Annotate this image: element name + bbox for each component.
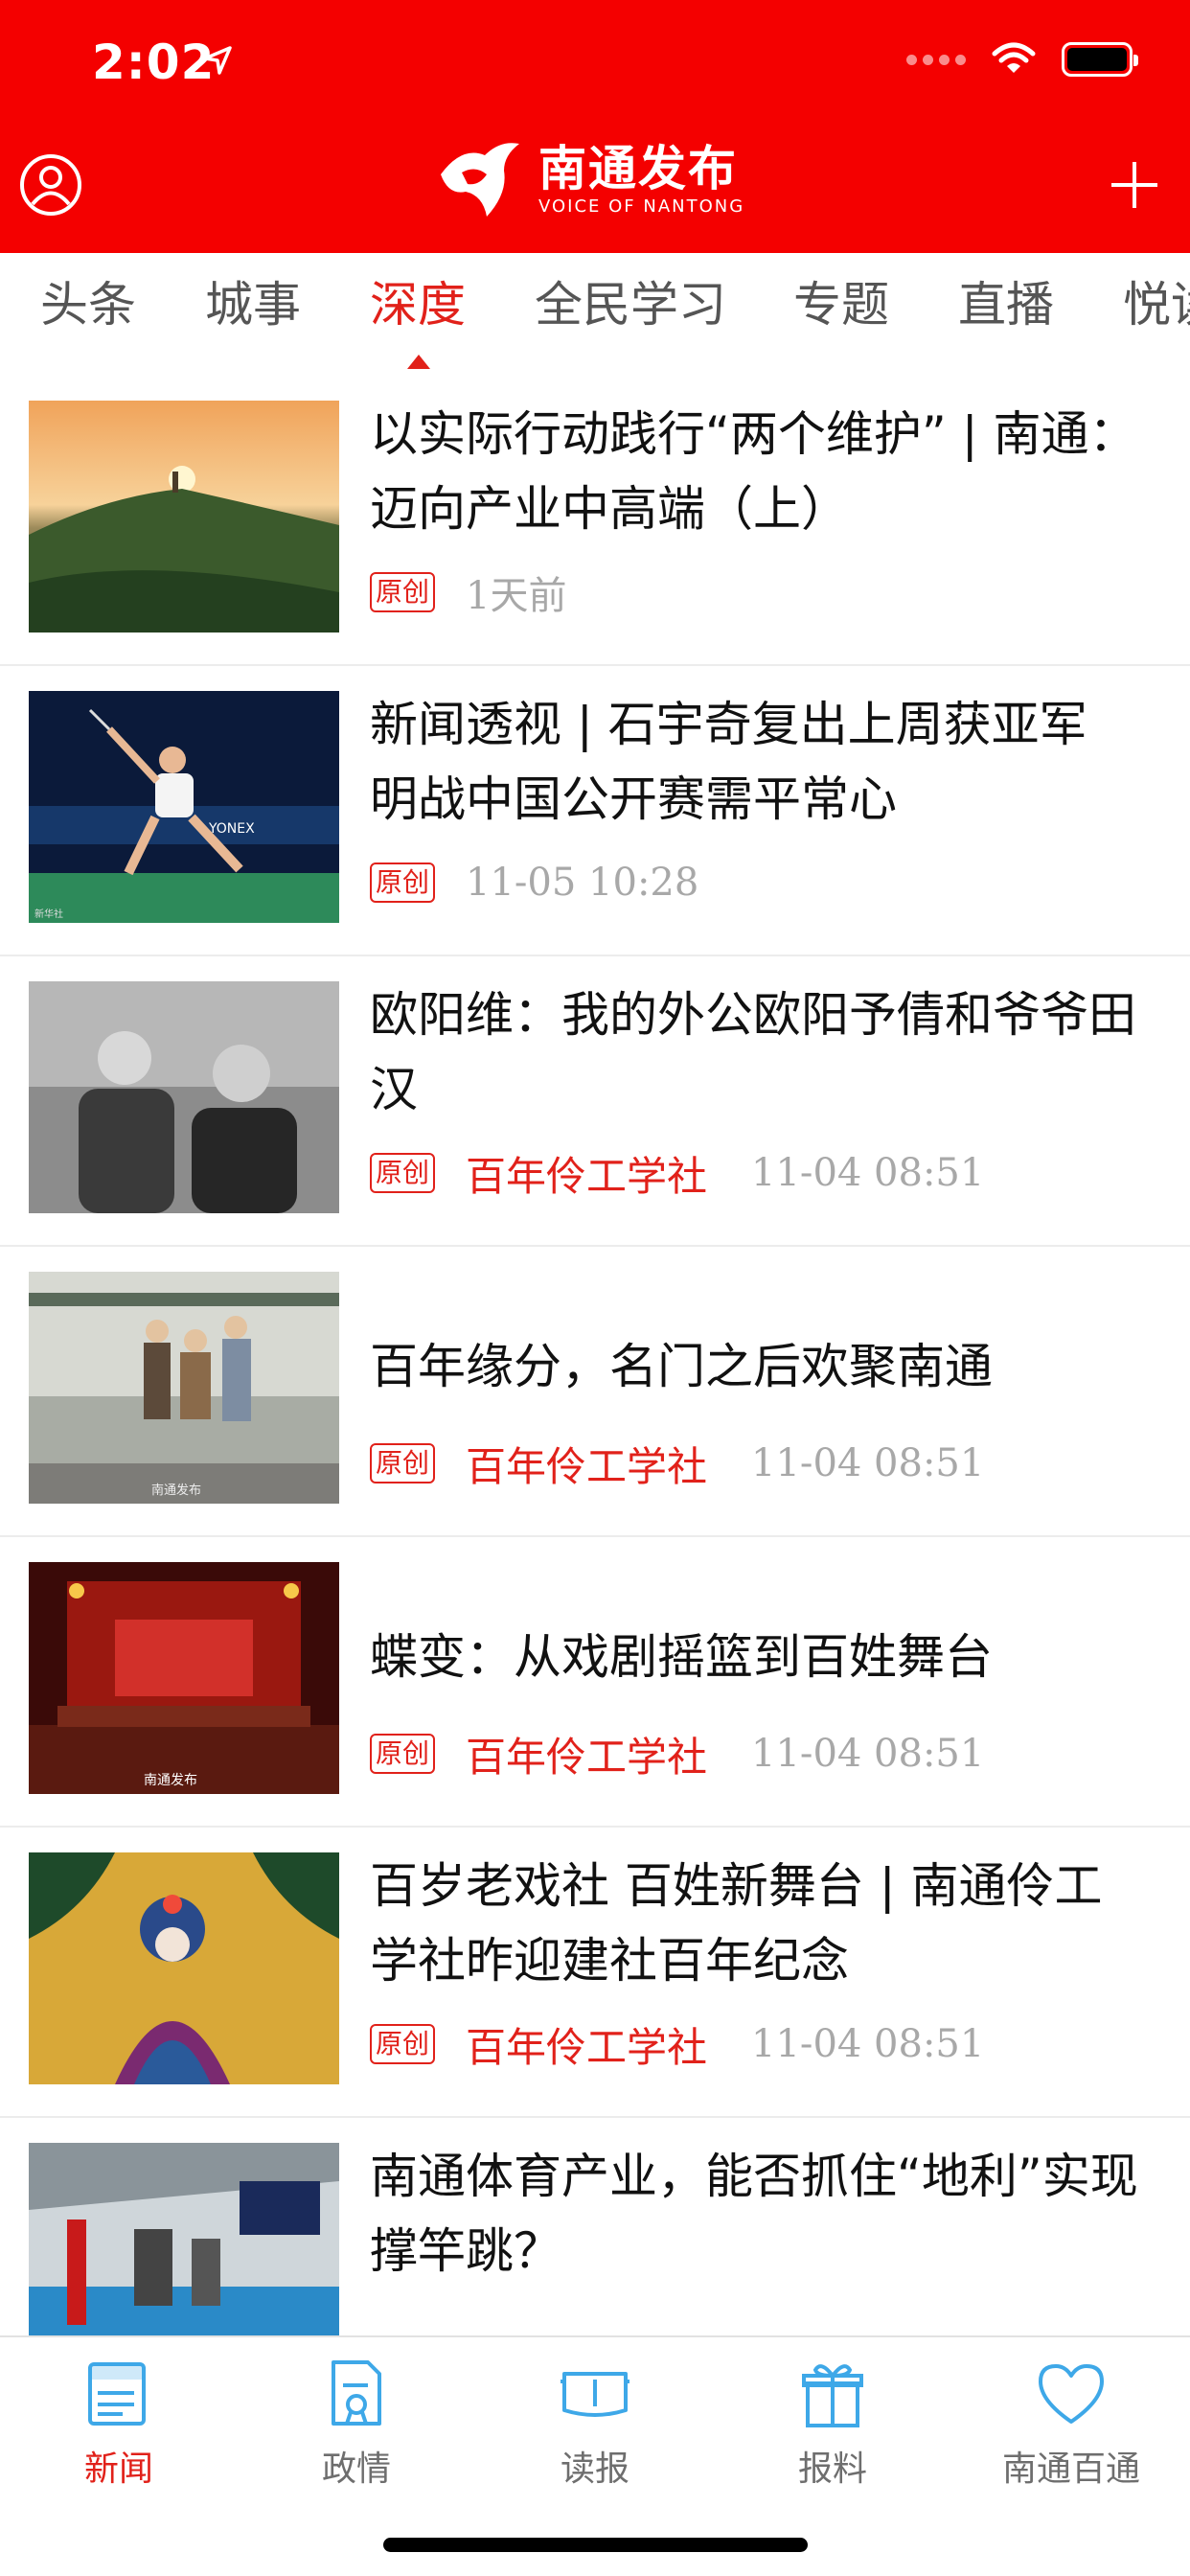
nav-label: 报料 (797, 2450, 867, 2489)
news-source: 百年伶工学社 (466, 1733, 708, 1781)
nav-label: 南通百通 (1001, 2450, 1140, 2489)
original-badge: 原创 (370, 1734, 436, 1774)
tab-depth[interactable]: 深度 (370, 276, 466, 334)
news-item[interactable]: 南通体育产业，能否抓住“地利”实现撑竿跳？ (0, 2118, 1190, 2335)
heart-icon (1039, 2364, 1104, 2424)
tab-topics[interactable]: 专题 (793, 276, 889, 334)
nav-label: 政情 (321, 2450, 391, 2489)
svg-text:南通发布: 南通发布 (144, 1773, 197, 1788)
news-item[interactable]: 欧阳维：我的外公欧阳予倩和爷爷田汉 原创 百年伶工学社 11-04 08:51 (0, 956, 1190, 1247)
newspaper-icon (88, 2362, 146, 2426)
svg-text:YONEX: YONEX (208, 821, 255, 837)
nav-label: 新闻 (83, 2450, 153, 2489)
original-badge: 原创 (370, 2024, 436, 2064)
tab-reading[interactable]: 悦读 (1123, 276, 1190, 334)
original-badge: 原创 (370, 862, 436, 903)
news-thumbnail: YONEX 新华社 (29, 691, 339, 923)
svg-text:南通发布: 南通发布 (151, 1483, 201, 1498)
news-title: 百年缘分，名门之后欢聚南通 (370, 1339, 993, 1394)
logo-title: 南通发布 (538, 141, 738, 196)
document-icon (332, 2360, 381, 2426)
news-source: 百年伶工学社 (466, 2023, 708, 2071)
news-time: 1天前 (466, 574, 567, 618)
user-profile-icon[interactable] (19, 153, 82, 217)
open-paper-icon (561, 2372, 629, 2417)
status-indicators (906, 42, 1138, 77)
news-title: 蝶变：从戏剧摇篮到百姓舞台 (370, 1629, 993, 1685)
news-title: 新闻透视 | 石宇奇复出上周获亚军 明战中国公开赛需平常心 (370, 697, 1087, 827)
battery-icon (1062, 42, 1138, 77)
news-title: 百岁老戏社 百姓新舞台 | 南通伶工学社昨迎建社百年纪念 (370, 1858, 1103, 1989)
nav-report[interactable]: 报料 (714, 2355, 951, 2508)
logo-mark-icon (441, 143, 519, 217)
status-time: 2:02 (92, 34, 216, 90)
news-title: 南通体育产业，能否抓住“地利”实现撑竿跳？ (370, 2149, 1138, 2279)
tab-learning[interactable]: 全民学习 (535, 276, 726, 334)
original-badge: 原创 (370, 1443, 436, 1484)
news-source: 百年伶工学社 (466, 1442, 708, 1490)
news-title: 欧阳维：我的外公欧阳予倩和爷爷田汉 (370, 987, 1136, 1117)
news-time: 11-05 10:28 (466, 861, 699, 905)
location-arrow-icon (203, 46, 232, 75)
news-time: 11-04 08:51 (751, 1151, 985, 1195)
app-header: 2:02 南通发布 VOICE OF NANTONG (0, 0, 1190, 253)
news-thumbnail: 南通发布 (29, 1272, 339, 1504)
news-time: 11-04 08:51 (751, 2022, 985, 2066)
news-time: 11-04 08:51 (751, 1732, 985, 1776)
news-source: 百年伶工学社 (466, 1152, 708, 1200)
tab-headlines[interactable]: 头条 (40, 276, 136, 334)
news-list: 以实际行动践行“两个维护” | 南通：迈向产业中高端（上） 原创 1天前 YON… (0, 376, 1190, 2335)
nav-nantong-baitong[interactable]: 南通百通 (952, 2355, 1190, 2508)
home-indicator[interactable] (383, 2538, 808, 2552)
news-time: 11-04 08:51 (751, 1441, 985, 1485)
logo-subtitle: VOICE OF NANTONG (538, 196, 745, 217)
category-tabs: 头条 城事 深度 全民学习 专题 直播 悦读 (0, 253, 1190, 378)
tab-live[interactable]: 直播 (958, 276, 1054, 334)
gift-icon (802, 2364, 863, 2427)
nav-news[interactable]: 新闻 (0, 2355, 238, 2508)
news-thumbnail (29, 2143, 339, 2335)
news-item[interactable]: 百岁老戏社 百姓新舞台 | 南通伶工学社昨迎建社百年纪念 原创 百年伶工学社 1… (0, 1828, 1190, 2118)
cellular-signal-icon (906, 54, 966, 65)
nav-read-paper[interactable]: 读报 (476, 2355, 714, 2508)
original-badge: 原创 (370, 1153, 436, 1193)
news-thumbnail (29, 401, 339, 632)
original-badge: 原创 (370, 572, 436, 612)
add-icon[interactable] (1108, 158, 1161, 212)
wifi-icon (992, 42, 1036, 73)
nav-label: 读报 (560, 2450, 629, 2489)
news-thumbnail (29, 981, 339, 1213)
nav-politics[interactable]: 政情 (238, 2355, 475, 2508)
news-item[interactable]: YONEX 新华社 新闻透视 | 石宇奇复出上周获亚军 明战中国公开赛需平常心 … (0, 666, 1190, 956)
app-logo: 南通发布 VOICE OF NANTONG (433, 136, 744, 222)
news-item[interactable]: 南通发布 百年缘分，名门之后欢聚南通 原创 百年伶工学社 11-04 08:51 (0, 1247, 1190, 1537)
news-item[interactable]: 以实际行动践行“两个维护” | 南通：迈向产业中高端（上） 原创 1天前 (0, 376, 1190, 666)
tab-city[interactable]: 城事 (205, 276, 301, 334)
news-thumbnail: 南通发布 (29, 1562, 339, 1794)
svg-text:新华社: 新华社 (34, 908, 63, 920)
news-item[interactable]: 南通发布 蝶变：从戏剧摇篮到百姓舞台 原创 百年伶工学社 11-04 08:51 (0, 1537, 1190, 1828)
news-title: 以实际行动践行“两个维护” | 南通：迈向产业中高端（上） (370, 406, 1137, 537)
active-tab-indicator (407, 355, 430, 369)
news-thumbnail (29, 1852, 339, 2084)
